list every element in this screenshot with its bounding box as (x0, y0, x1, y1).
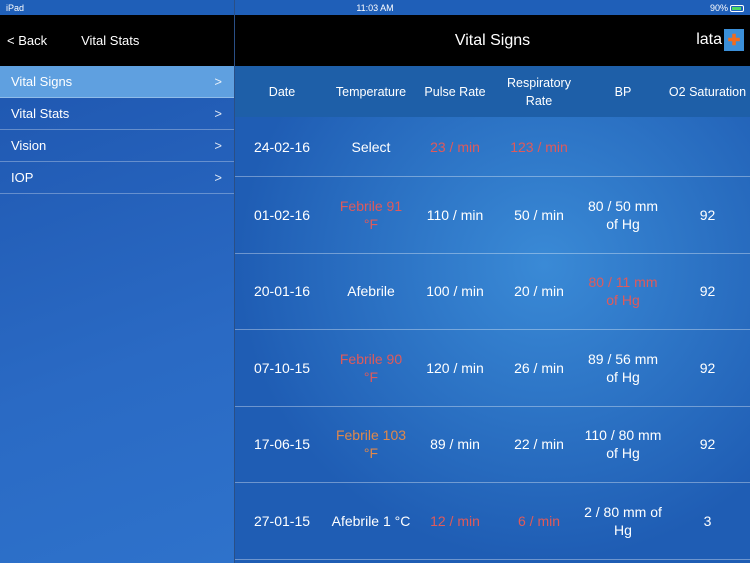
clock: 11:03 AM (356, 2, 394, 13)
sidebar-item-iop[interactable]: IOP > (0, 162, 234, 194)
column-header-date: Date (268, 84, 296, 99)
user-name[interactable]: lata (696, 31, 722, 49)
cell-pulse-rate: 89 / min (430, 436, 480, 453)
cell-respiratory-rate: 22 / min (514, 436, 564, 453)
vitals-table: Date Temperature Pulse Rate Respiratory … (235, 66, 750, 563)
cell-respiratory-rate: 6 / min (517, 512, 560, 529)
column-header-pulse-rate: Pulse Rate (424, 84, 486, 99)
cell-o2-saturation: 92 (699, 359, 716, 376)
sidebar-title: Vital Stats (81, 33, 140, 48)
cell-bp: 80 / 11 mm of Hg (588, 274, 658, 309)
cell-bp: 80 / 50 mm of Hg (587, 197, 659, 232)
sidebar: Vital Signs > Vital Stats > Vision > IOP > (0, 66, 234, 563)
cell-temperature: Febrile 103 °F (335, 427, 407, 462)
chevron-right-icon: > (214, 170, 222, 185)
cell-pulse-rate: 100 / min (426, 283, 484, 300)
chevron-right-icon: > (214, 138, 222, 153)
app-logo-icon: ✚ (724, 29, 744, 51)
cell-bp: 110 / 80 mm of Hg (584, 427, 662, 462)
table-row[interactable]: 01-02-16 Febrile 91 °F 110 / min 50 / min 80… (235, 177, 750, 254)
cell-o2-saturation: 92 (699, 206, 716, 223)
sidebar-item-label: Vital Stats (11, 106, 70, 121)
table-row[interactable]: 17-06-15 Febrile 103 °F 89 / min 22 / min 11… (235, 407, 750, 483)
cell-temperature: Febrile 91 °F (339, 197, 403, 232)
main-nav-bar: Vital Signs lata ✚ (235, 15, 750, 66)
cell-date: 01-02-16 (253, 206, 311, 223)
sidebar-item-vision[interactable]: Vision > (0, 130, 234, 162)
cell-bp: 89 / 56 mm of Hg (587, 350, 659, 385)
cell-pulse-rate: 23 / min (430, 138, 480, 155)
cell-date: 27-01-15 (253, 512, 311, 529)
table-row[interactable]: 27-01-15 Afebrile 1 °C 12 / min 6 / min 2 / … (235, 483, 750, 560)
table-row[interactable]: 07-10-15 Febrile 90 °F 120 / min 26 / min 89… (235, 330, 750, 407)
cell-pulse-rate: 12 / min (430, 512, 480, 529)
chevron-right-icon: > (214, 74, 222, 89)
table-row[interactable]: 20-01-16 Afebrile 100 / min 20 / min 80 / 11… (235, 254, 750, 330)
sidebar-item-label: IOP (11, 170, 34, 185)
back-button[interactable]: < Back (7, 33, 47, 48)
sidebar-item-label: Vision (11, 138, 47, 153)
cell-respiratory-rate: 50 / min (514, 206, 564, 223)
battery-icon (730, 4, 744, 12)
cell-o2-saturation: 3 (703, 512, 712, 529)
cell-pulse-rate: 110 / min (426, 206, 484, 223)
sidebar-item-label: Vital Signs (11, 74, 73, 89)
cell-pulse-rate: 120 / min (426, 359, 484, 376)
page-title: Vital Signs (454, 32, 531, 49)
cell-bp: 2 / 80 mm of Hg (584, 503, 662, 538)
cell-date: 07-10-15 (253, 359, 311, 376)
table-row[interactable]: 24-02-16 Select 23 / min 123 / min (235, 117, 750, 177)
table-header: Date Temperature Pulse Rate Respiratory … (235, 66, 750, 117)
cell-temperature: Febrile 90 °F (339, 350, 403, 385)
cell-temperature: Afebrile 1 °C (331, 512, 411, 529)
cell-temperature[interactable]: Select (329, 138, 413, 156)
cell-respiratory-rate: 123 / min (510, 138, 568, 155)
sidebar-nav-bar: < Back Vital Stats (0, 15, 234, 66)
cell-o2-saturation: 92 (699, 436, 716, 453)
column-header-temperature: Temperature (335, 84, 407, 99)
cell-date: 24-02-16 (253, 138, 311, 155)
cell-temperature: Afebrile (347, 283, 395, 300)
status-bar: iPad 11:03 AM 90% (0, 0, 750, 15)
sidebar-item-vital-signs[interactable]: Vital Signs > (0, 66, 234, 98)
cell-respiratory-rate: 20 / min (514, 283, 564, 300)
cell-o2-saturation: 92 (699, 283, 716, 300)
cell-respiratory-rate: 26 / min (514, 359, 564, 376)
cell-date: 20-01-16 (253, 283, 311, 300)
column-header-respiratory-rate: Respiratory Rate (507, 75, 571, 108)
chevron-right-icon: > (214, 106, 222, 121)
cell-date: 17-06-15 (253, 436, 311, 453)
column-header-bp: BP (614, 84, 632, 99)
sidebar-item-vital-stats[interactable]: Vital Stats > (0, 98, 234, 130)
column-header-o2-saturation: O2 Saturation (668, 84, 747, 99)
